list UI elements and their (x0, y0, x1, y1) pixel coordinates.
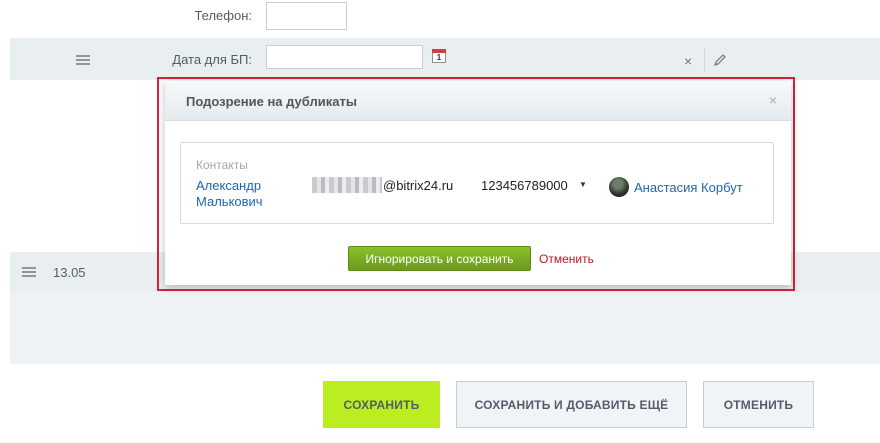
phone-input[interactable] (266, 2, 347, 30)
form-row-phone (10, 0, 880, 38)
dialog-header: Подозрение на дубликаты × (165, 81, 791, 121)
save-button[interactable]: Сохранить (323, 381, 440, 428)
chevron-down-icon[interactable]: ▼ (579, 180, 587, 189)
blurred-email-prefix (312, 177, 382, 193)
contact-phone: 123456789000 (481, 178, 568, 193)
phone-label: Телефон: (194, 8, 252, 23)
date-value: 13.05 (53, 265, 86, 280)
form-footer-area (10, 292, 880, 364)
drag-handle-icon[interactable] (22, 267, 36, 277)
divider (704, 48, 705, 72)
calendar-icon[interactable]: 1 (432, 49, 446, 63)
bp-date-label: Дата для БП: (172, 52, 252, 67)
calendar-day: 1 (436, 53, 442, 62)
cancel-button[interactable]: Отменить (703, 381, 814, 428)
contact-email: @bitrix24.ru (383, 178, 454, 193)
ignore-and-save-button[interactable]: Игнорировать и сохранить (348, 246, 531, 271)
drag-handle-icon[interactable] (76, 55, 90, 65)
avatar (609, 177, 629, 197)
save-and-add-button[interactable]: Сохранить и добавить ещё (456, 381, 687, 428)
cancel-link[interactable]: Отменить (539, 252, 594, 266)
duplicates-dialog: Подозрение на дубликаты × Контакты Алекс… (165, 81, 791, 285)
close-icon[interactable]: × (684, 53, 692, 69)
contact-name-link[interactable]: Александр Малькович (196, 178, 288, 210)
pencil-icon[interactable] (712, 52, 728, 68)
dialog-title: Подозрение на дубликаты (186, 94, 357, 109)
close-icon[interactable]: × (769, 92, 777, 108)
responsible-link[interactable]: Анастасия Корбут (634, 180, 743, 195)
duplicate-list: Контакты Александр Малькович @bitrix24.r… (180, 142, 774, 224)
entity-type-label: Контакты (196, 158, 248, 172)
bp-date-input[interactable] (266, 45, 423, 69)
